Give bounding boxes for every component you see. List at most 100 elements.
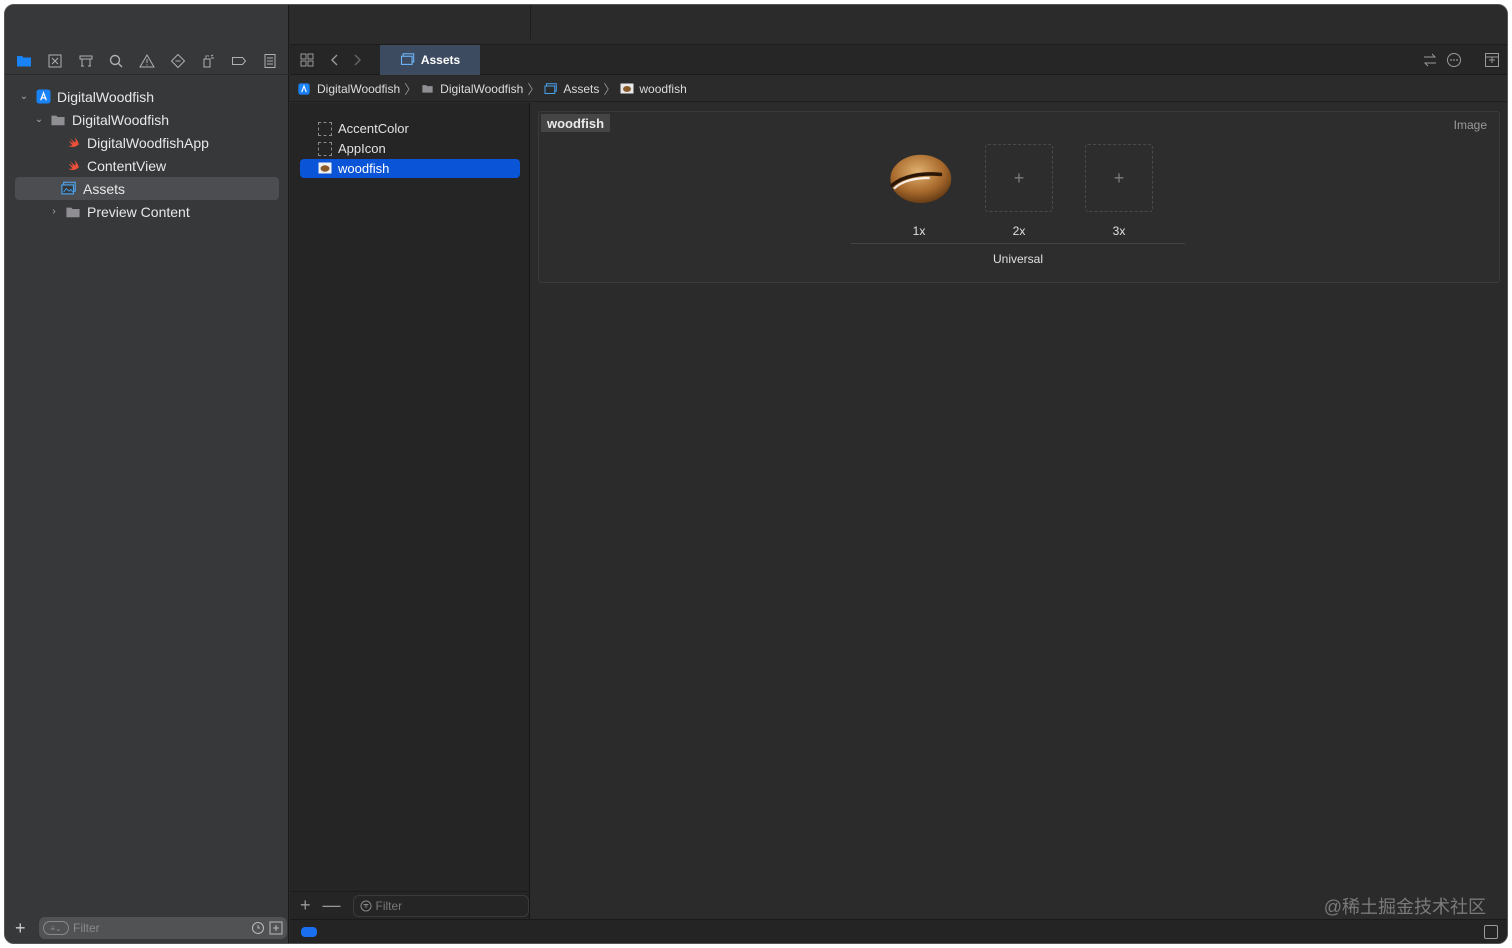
breadcrumb-project[interactable]: DigitalWoodfish [298,82,400,96]
app-icon-set-icon [318,141,332,156]
watermark: @稀土掘金技术社区 [1323,897,1486,917]
window-toolbar [290,5,1507,45]
filter-placeholder: Filter [73,921,100,935]
asset-catalog-icon [400,53,415,65]
tree-item-label: Assets [83,180,126,197]
filter-options-icon[interactable]: ≡⌄ [43,921,69,935]
asset-filter-field[interactable]: Filter [352,894,529,917]
image-set-detail: woodfish Image + + 1x 2x 3x Universal [538,111,1500,283]
toggle-debug-area-icon[interactable] [1484,925,1498,939]
chevron-down-icon[interactable]: ⌄ [17,90,31,104]
add-icon[interactable]: + [15,918,33,939]
folder-icon [65,204,81,220]
tab-label: Assets [420,52,461,67]
xcode-project-icon [35,89,51,105]
slot-label-2x: 2x [1012,224,1026,238]
tree-item-contentview-file[interactable]: ContentView [5,154,289,177]
folder-icon[interactable] [13,50,35,72]
debug-area-indicator[interactable] [301,927,317,937]
slot-label-3x: 3x [1112,224,1126,238]
add-asset-icon[interactable]: + [300,895,311,916]
forward-chevron-icon[interactable] [346,49,368,71]
file-tree: ⌄ DigitalWoodfish ⌄ DigitalWoodfish Digi… [5,85,289,223]
editor-options [1422,52,1500,68]
swift-file-icon [65,158,81,174]
add-editor-icon[interactable] [1484,52,1500,68]
breadcrumb-label: Assets [563,81,600,96]
tree-item-preview-content[interactable]: › Preview Content [5,200,289,223]
tab-bar: Assets [290,44,1507,75]
asset-item-accentcolor[interactable]: AccentColor [300,119,520,138]
woodfish-image [890,154,952,204]
editor-area: Assets DigitalWoodfish 〉 DigitalWoodfish… [290,5,1507,943]
tree-item-assets[interactable]: Assets [15,177,279,200]
tree-item-label: DigitalWoodfishApp [87,134,209,151]
issue-warning-icon[interactable] [136,50,158,72]
test-diamond-icon[interactable] [167,50,189,72]
breadcrumb-separator-icon: 〉 [404,82,418,97]
breakpoint-icon[interactable] [228,50,250,72]
navigator-filter-bar: + ≡⌄ Filter [5,913,289,943]
add-image-icon: + [1113,167,1125,188]
tree-item-label: DigitalWoodfish [57,88,155,105]
toolbar-divider [530,5,531,39]
image-slot-3x[interactable]: + [1085,144,1153,212]
source-control-filter-icon[interactable] [269,921,283,935]
navigator-toolbar [5,47,289,75]
image-set-type: Image [1453,118,1487,132]
tree-item-label: Preview Content [87,203,190,220]
breadcrumb-woodfish[interactable]: woodfish [620,81,687,96]
source-control-icon[interactable] [44,50,66,72]
asset-item-label: woodfish [338,161,390,176]
swift-file-icon [65,135,81,151]
color-set-icon [318,121,332,136]
breadcrumb-group[interactable]: DigitalWoodfish [421,82,523,96]
search-icon[interactable] [105,50,127,72]
breadcrumb-separator-icon: 〉 [603,82,617,97]
tree-item-app-file[interactable]: DigitalWoodfishApp [5,131,289,154]
image-slot-2x[interactable]: + [985,144,1053,212]
image-slot-1x[interactable] [885,144,953,212]
group-divider [851,243,1185,244]
image-set-name[interactable]: woodfish [541,114,611,132]
remove-asset-icon[interactable]: — [323,895,341,916]
breadcrumb-separator-icon: 〉 [527,82,541,97]
recent-files-icon[interactable] [251,921,265,935]
debug-bar [290,919,1507,943]
symbol-icon[interactable] [75,50,97,72]
filter-placeholder: Filter [375,898,403,913]
folder-icon [421,83,435,95]
asset-catalog-icon [544,82,558,95]
more-options-icon[interactable] [1446,52,1462,68]
grid-icon[interactable] [296,49,318,71]
filter-icon [360,900,372,911]
image-set-icon [318,162,332,176]
debug-spray-icon[interactable] [197,50,219,72]
swap-arrows-icon[interactable] [1422,52,1438,68]
tree-item-label: DigitalWoodfish [72,111,170,128]
folder-icon [50,112,66,128]
tree-item-group-folder[interactable]: ⌄ DigitalWoodfish [5,108,289,131]
xcode-window: ⌄ DigitalWoodfish ⌄ DigitalWoodfish Digi… [4,4,1508,944]
breadcrumb-assets[interactable]: Assets [544,82,599,96]
breadcrumb-label: woodfish [639,81,687,96]
report-icon[interactable] [259,50,281,72]
tree-item-project[interactable]: ⌄ DigitalWoodfish [5,85,289,108]
asset-item-appicon[interactable]: AppIcon [300,139,520,158]
back-chevron-icon[interactable] [324,49,346,71]
breadcrumb-label: DigitalWoodfish [440,81,524,96]
chevron-right-icon[interactable]: › [47,205,61,219]
asset-list-bottom-bar: + — Filter [290,891,530,919]
breadcrumb-label: DigitalWoodfish [317,81,401,96]
asset-item-label: AccentColor [338,121,409,136]
asset-item-woodfish[interactable]: woodfish [300,159,520,178]
chevron-down-icon[interactable]: ⌄ [32,113,46,127]
navigator-filter-field[interactable]: ≡⌄ Filter [39,917,287,939]
add-image-icon: + [1013,167,1025,188]
project-navigator: ⌄ DigitalWoodfish ⌄ DigitalWoodfish Digi… [5,5,289,943]
group-label: Universal [992,252,1043,266]
tree-item-label: ContentView [87,157,167,174]
asset-item-label: AppIcon [338,141,386,156]
tab-assets[interactable]: Assets [380,44,480,75]
asset-catalog-icon [61,181,77,197]
